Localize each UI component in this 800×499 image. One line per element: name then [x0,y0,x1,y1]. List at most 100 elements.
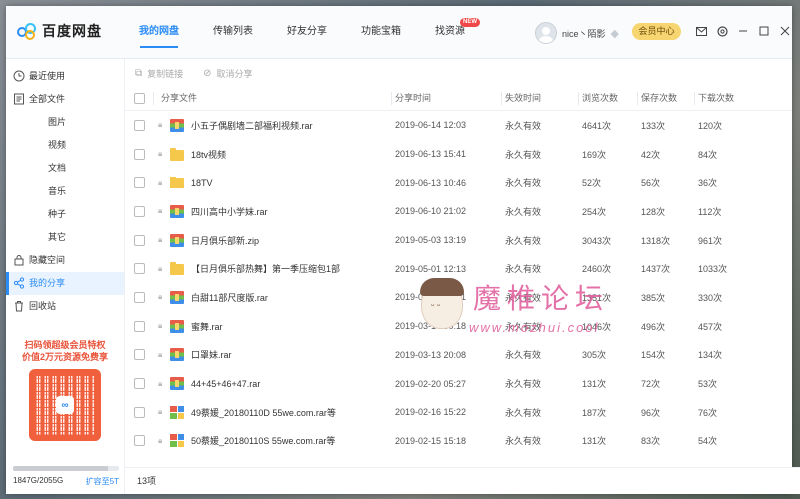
view-count: 2460次 [582,264,612,275]
file-name-cell[interactable]: 🔒︎ 白甜11部尺度版.rar [153,290,391,304]
file-name-cell[interactable]: 🔒︎ 18tv视频 [153,147,391,161]
sidebar-item-my-shares[interactable]: 我的分享 [6,272,124,295]
row-checkbox[interactable] [133,291,145,303]
file-name[interactable]: 白甜11部尺度版.rar [191,291,268,304]
vip-center-button[interactable]: 会员中心 [632,23,681,40]
qr-code[interactable]: ∞ [29,369,101,441]
tab-my-disk[interactable]: 我的网盘 [126,6,192,58]
sidebar-item-label: 最近使用 [29,71,66,81]
column-header-downloads[interactable]: 下载次数 [694,87,778,110]
file-name-cell[interactable]: 🔒︎ 【日月俱乐部热舞】第一季压缩包1部 [153,262,391,276]
row-checkbox[interactable] [133,119,145,131]
folder-icon [170,147,184,161]
tab-toolbox[interactable]: 功能宝箱 [348,6,414,58]
expand-storage-link[interactable]: 扩容至5T [86,476,119,487]
table-row[interactable]: 🔒︎ 18TV 2019-06-13 10:46 永久有效 52次 56次 36次 [125,168,792,197]
sidebar-item-all-files[interactable]: 全部文件 [6,88,124,111]
file-name-cell[interactable]: 🔒︎ 50蔡媛_20180110S 55we.com.rar等 [153,434,391,448]
row-checkbox[interactable] [133,205,145,217]
file-name[interactable]: 18tv视频 [191,148,226,161]
table-row[interactable]: 🔒︎ 小五子偶剧墙二部福利视频.rar 2019-06-14 12:03 永久有效 46… [125,111,792,140]
file-name[interactable]: 50蔡媛_20180110S 55we.com.rar等 [191,434,335,447]
row-checkbox[interactable] [133,234,145,246]
column-header-file[interactable]: 分享文件 [153,87,391,110]
view-count: 169次 [582,149,607,160]
file-name-cell[interactable]: 🔒︎ 18TV [153,177,391,189]
cancel-share-label: 取消分享 [216,68,253,79]
table-row[interactable]: 🔒︎ 49蔡媛_20180110D 55we.com.rar等 2019-02-16… [125,398,792,427]
view-count: 131次 [582,379,607,390]
maximize-icon[interactable] [757,24,771,38]
file-name[interactable]: 小五子偶剧墙二部福利视频.rar [191,119,313,132]
save-count: 96次 [641,407,661,418]
table-row[interactable]: 🔒︎ 日月俱乐部新.zip 2019-05-03 13:19 永久有效 3043次 131… [125,226,792,255]
username[interactable]: nice丶陌影 [562,27,606,40]
storage-used: 1847G/2055G [13,476,64,485]
table-row[interactable]: 🔒︎ 44+45+46+47.rar 2019-02-20 05:27 永久有效 131… [125,369,792,398]
download-count: 120次 [698,120,723,131]
file-name[interactable]: 49蔡媛_20180110D 55we.com.rar等 [191,406,336,419]
save-count: 128次 [641,206,666,217]
file-name-cell[interactable]: 🔒︎ 四川高中小学妹.rar [153,204,391,218]
download-count: 961次 [698,235,723,246]
minimize-icon[interactable] [736,24,750,38]
table-row[interactable]: 🔒︎ 四川高中小学妹.rar 2019-06-10 21:02 永久有效 254次 128… [125,197,792,226]
user-profile[interactable]: nice丶陌影 ◆ [535,22,619,44]
mail-icon[interactable] [694,24,708,38]
sidebar-item-recent[interactable]: 最近使用 [6,65,124,88]
file-name[interactable]: 蜜舞.rar [191,320,223,333]
sidebar-item-videos[interactable]: 视频 [6,134,124,157]
file-name[interactable]: 日月俱乐部新.zip [191,234,259,247]
file-name-cell[interactable]: 🔒︎ 44+45+46+47.rar [153,377,391,391]
sidebar-item-documents[interactable]: 文档 [6,157,124,180]
sidebar-item-torrents[interactable]: 种子 [6,203,124,226]
column-header-saves[interactable]: 保存次数 [637,87,694,110]
sidebar-item-other[interactable]: 其它 [6,226,124,249]
file-name-cell[interactable]: 🔒︎ 口罩妹.rar [153,348,391,362]
archive-icon [170,290,184,304]
file-name[interactable]: 18TV [191,178,213,188]
avatar[interactable] [535,22,557,44]
file-name-cell[interactable]: 🔒︎ 日月俱乐部新.zip [153,233,391,247]
column-header-views[interactable]: 浏览次数 [578,87,637,110]
row-checkbox[interactable] [133,378,145,390]
file-name-cell[interactable]: 🔒︎ 蜜舞.rar [153,319,391,333]
file-name-cell[interactable]: 🔒︎ 小五子偶剧墙二部福利视频.rar [153,118,391,132]
tab-find-resources[interactable]: 找资源 NEW [422,6,480,58]
save-count: 385次 [641,292,666,303]
row-checkbox[interactable] [133,320,145,332]
settings-icon[interactable] [715,24,729,38]
expire-time: 永久有效 [505,350,542,361]
file-name[interactable]: 四川高中小学妹.rar [191,205,268,218]
column-header-share-time[interactable]: 分享时间 [391,87,501,110]
sidebar-item-images[interactable]: 图片 [6,111,124,134]
row-checkbox[interactable] [133,435,145,447]
column-header-expire-time[interactable]: 失效时间 [501,87,578,110]
download-count: 84次 [698,149,718,160]
close-icon[interactable] [778,24,792,38]
cancel-share-button[interactable]: ⊘ 取消分享 [203,67,252,80]
sidebar-item-hidden-space[interactable]: 隐藏空间 [6,249,124,272]
table-row[interactable]: 🔒︎ 18tv视频 2019-06-13 15:41 永久有效 169次 42次 84次 [125,140,792,169]
promo-banner[interactable]: 扫码领超级会员特权 价值2万元资源免费享 ∞ [6,339,124,441]
save-count: 496次 [641,321,666,332]
copy-link-button[interactable]: ⧉ 复制链接 [135,67,183,80]
tab-transfer-list[interactable]: 传输列表 [200,6,266,58]
row-checkbox[interactable] [133,177,145,189]
storage-bar [13,466,119,471]
file-name[interactable]: 【日月俱乐部热舞】第一季压缩包1部 [191,262,340,275]
row-checkbox[interactable] [133,406,145,418]
row-checkbox[interactable] [133,349,145,361]
tab-friend-share[interactable]: 好友分享 [274,6,340,58]
select-all-checkbox[interactable] [133,93,145,104]
sidebar-item-music[interactable]: 音乐 [6,180,124,203]
file-name[interactable]: 44+45+46+47.rar [191,379,260,389]
file-name-cell[interactable]: 🔒︎ 49蔡媛_20180110D 55we.com.rar等 [153,405,391,419]
file-name[interactable]: 口罩妹.rar [191,348,232,361]
sidebar-item-recycle-bin[interactable]: 回收站 [6,295,124,318]
row-checkbox[interactable] [133,148,145,160]
row-checkbox[interactable] [133,263,145,275]
table-row[interactable]: 🔒︎ 50蔡媛_20180110S 55we.com.rar等 2019-02-15… [125,427,792,456]
row-checkbox-cell [125,349,153,361]
archive-icon [170,233,184,247]
